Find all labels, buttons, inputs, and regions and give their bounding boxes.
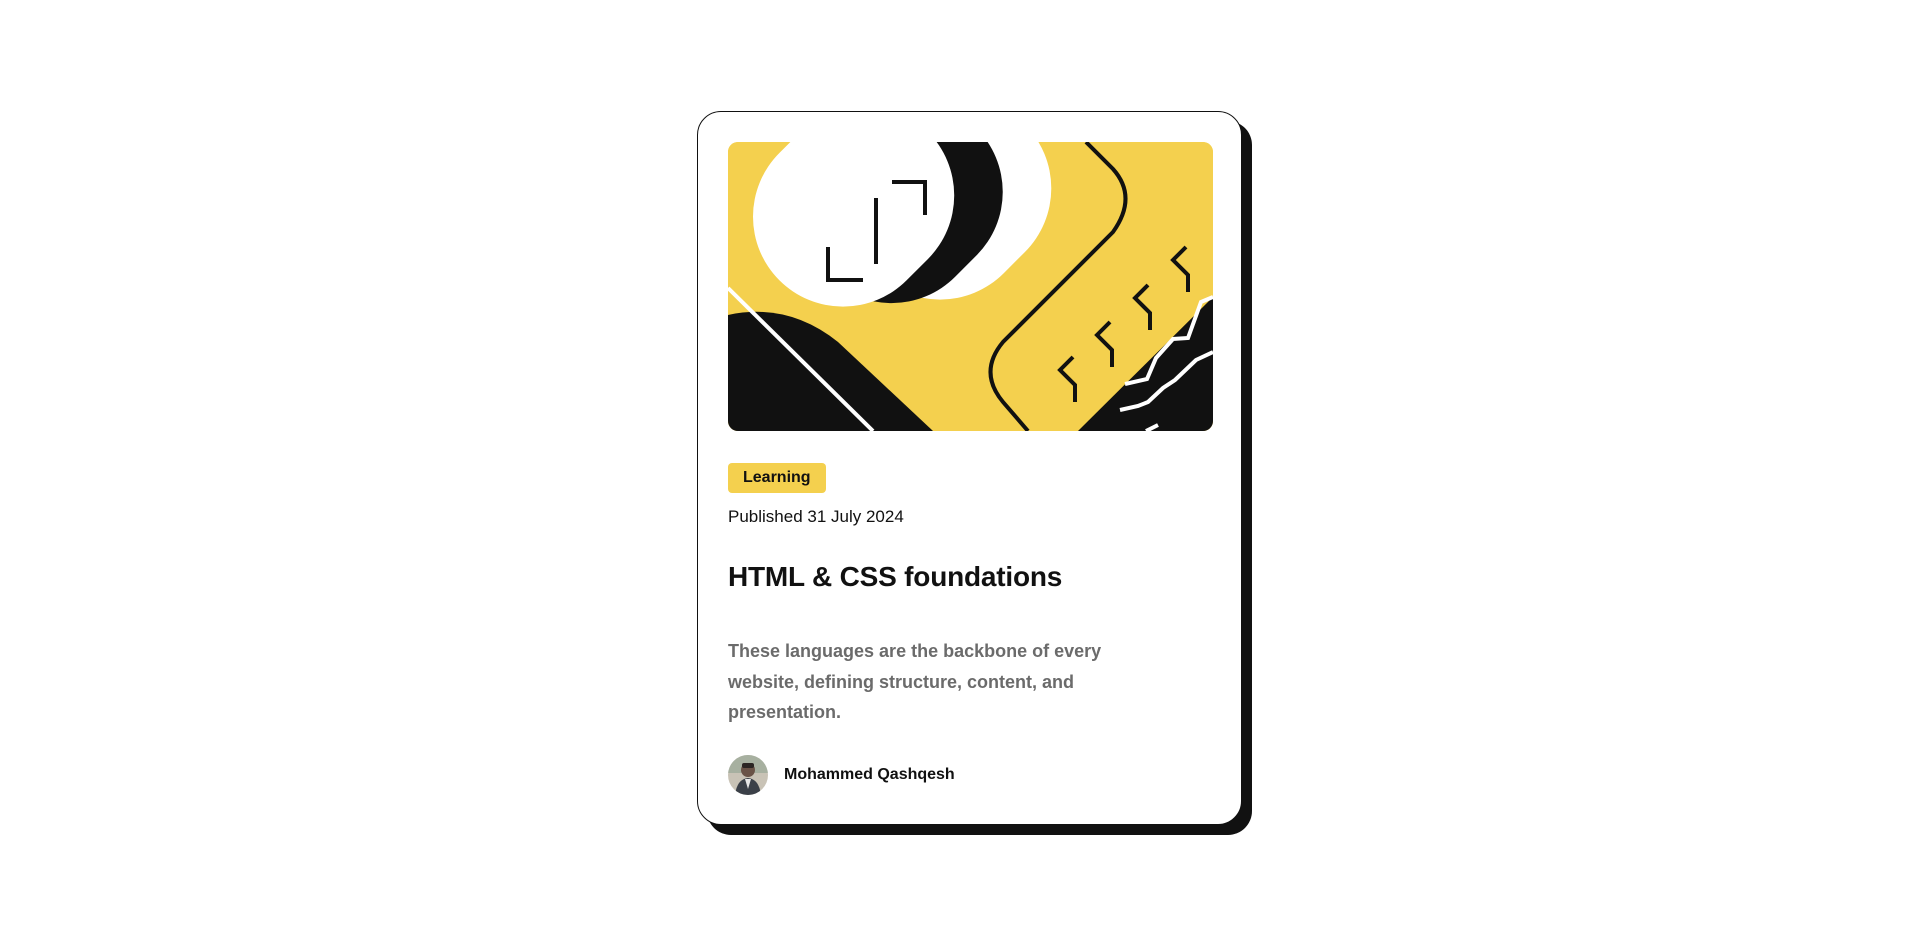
author-name: Mohammed Qashqesh <box>784 766 955 783</box>
avatar <box>728 755 768 795</box>
card-description: These languages are the backbone of ever… <box>728 641 1102 722</box>
blog-preview-card: Learning Published 31 July 2024 HTML & C… <box>697 111 1242 825</box>
author-info: Mohammed Qashqesh <box>728 755 955 795</box>
card-title[interactable]: HTML & CSS foundations <box>728 559 1062 595</box>
published-date: Published 31 July 2024 <box>728 507 904 526</box>
category-tag: Learning <box>728 463 826 493</box>
hero-illustration <box>728 142 1213 431</box>
